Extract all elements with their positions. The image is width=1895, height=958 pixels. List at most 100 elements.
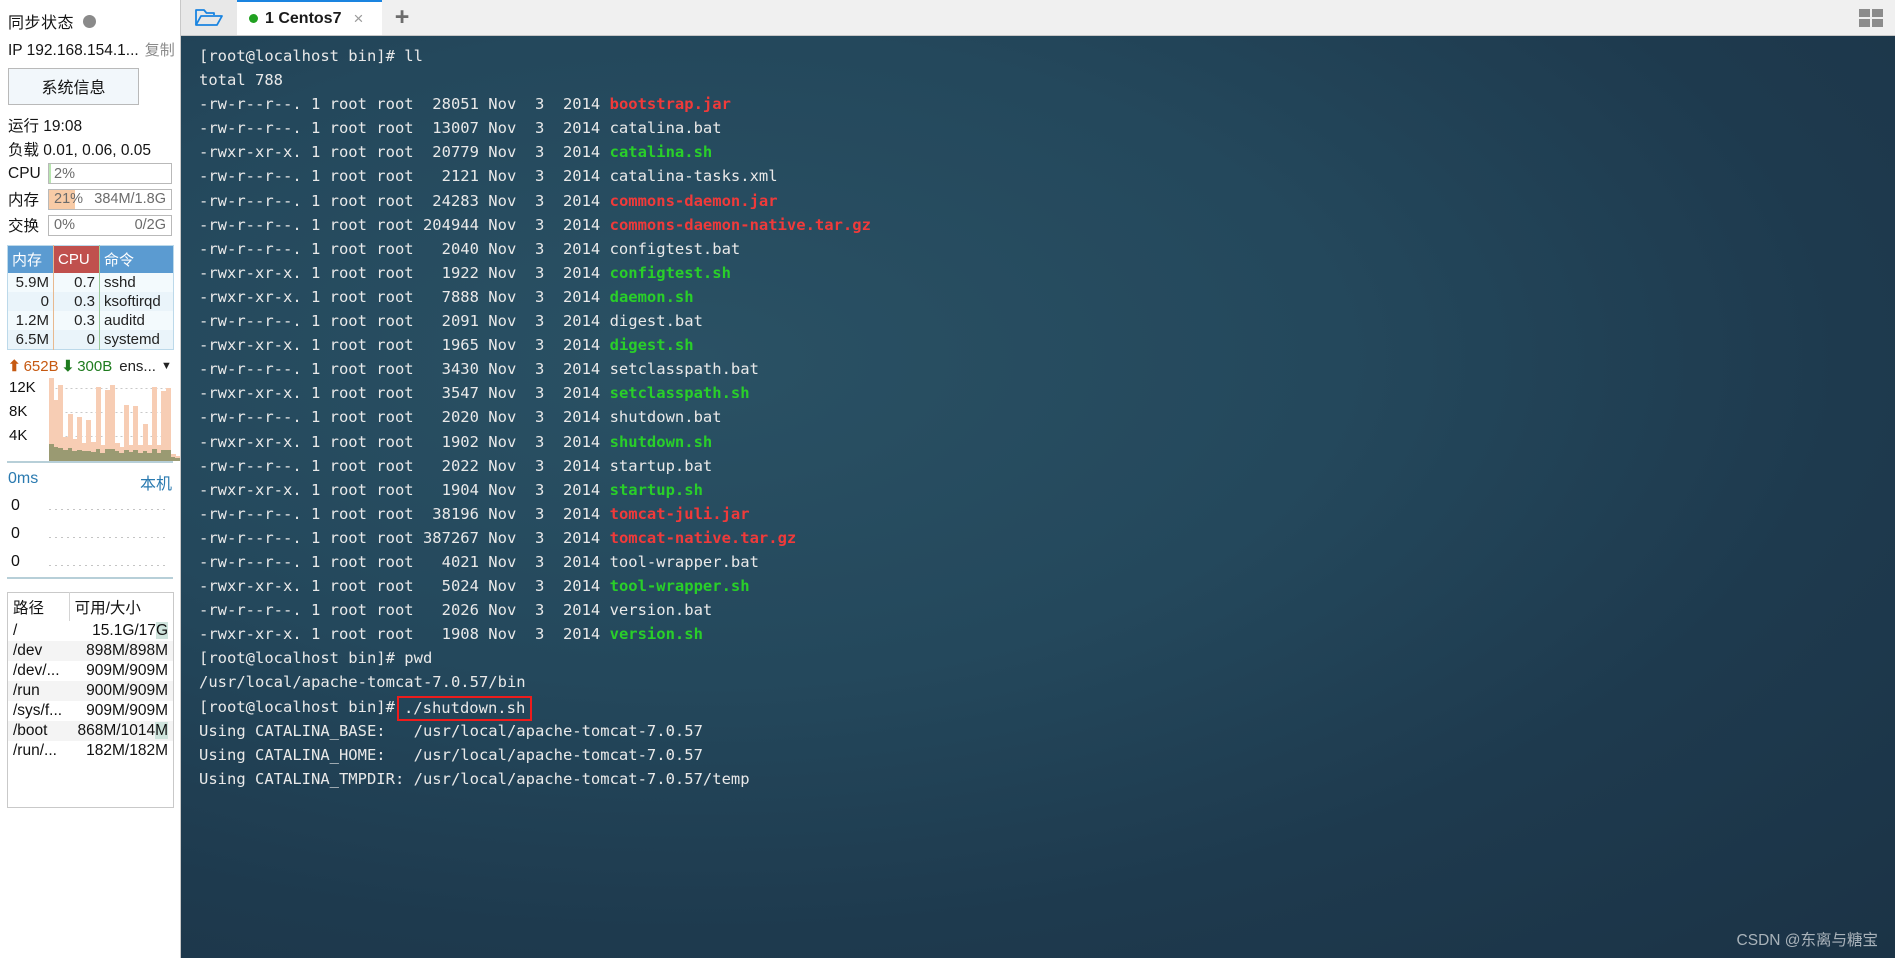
latency-value: 0ms <box>8 470 39 487</box>
sync-status-row: 同步状态 <box>0 0 180 37</box>
process-command: ksoftirqd <box>99 292 174 311</box>
terminal-line: -rw-r--r--. 1 root root 28051 Nov 3 2014… <box>199 92 1895 116</box>
terminal-line: -rwxr-xr-x. 1 root root 1908 Nov 3 2014 … <box>199 622 1895 646</box>
disk-row[interactable]: /boot 868M/1014M <box>7 721 174 741</box>
process-row[interactable]: 1.2M 0.3 auditd <box>7 311 174 330</box>
process-cpu: 0 <box>53 330 100 350</box>
terminal-text: total 788 <box>199 71 283 90</box>
process-cpu: 0.3 <box>53 292 100 311</box>
disk-path: / <box>13 622 18 639</box>
terminal-line: -rw-r--r--. 1 root root 13007 Nov 3 2014… <box>199 116 1895 140</box>
terminal-line: -rwxr-xr-x. 1 root root 1904 Nov 3 2014 … <box>199 478 1895 502</box>
network-interface-selector[interactable]: ens... <box>119 358 156 375</box>
disk-size: 909M/909M <box>86 702 168 719</box>
memory-meter-row: 内存 21% 384M/1.8G <box>0 186 180 212</box>
terminal-line: -rw-r--r--. 1 root root 2091 Nov 3 2014 … <box>199 309 1895 333</box>
disk-row[interactable]: /run 900M/909M <box>7 681 174 701</box>
terminal-text: -rwxr-xr-x. 1 root root 1908 Nov 3 2014 <box>199 625 610 644</box>
terminal-text: -rw-r--r--. 1 root root 38196 Nov 3 2014 <box>199 504 610 523</box>
process-col-cpu[interactable]: CPU <box>53 245 100 273</box>
terminal-filename: setclasspath.sh <box>609 384 750 403</box>
disk-spacer-cell <box>8 761 174 807</box>
chevron-down-icon[interactable]: ▼ <box>161 360 172 372</box>
terminal-line: -rw-r--r--. 1 root root 24283 Nov 3 2014… <box>199 189 1895 213</box>
cpu-meter-row: CPU 2% <box>0 161 180 186</box>
terminal-filename: digest.sh <box>609 336 694 355</box>
terminal-text: -rw-r--r--. 1 root root 2022 Nov 3 2014 … <box>199 456 713 475</box>
disk-row[interactable]: /dev 898M/898M <box>7 641 174 661</box>
terminal-filename: shutdown.sh <box>609 432 713 451</box>
process-memory: 1.2M <box>7 311 54 330</box>
system-monitor-sidebar: 同步状态 IP 192.168.154.1... 复制 系统信息 运行 19:0… <box>0 0 181 958</box>
network-summary-row: ⬆ 652B ⬇ 300B ens... ▼ <box>0 350 180 377</box>
terminal-line: -rw-r--r--. 1 root root 2022 Nov 3 2014 … <box>199 454 1895 478</box>
process-row[interactable]: 5.9M 0.7 sshd <box>7 273 174 292</box>
terminal-text: [root@localhost bin]# <box>199 697 395 716</box>
disk-size: 182M/182M <box>86 742 168 759</box>
terminal-line: -rw-r--r--. 1 root root 387267 Nov 3 201… <box>199 526 1895 550</box>
disk-path: /run <box>7 681 70 701</box>
terminal-filename: commons-daemon.jar <box>609 191 778 210</box>
process-command: auditd <box>99 311 174 330</box>
process-row[interactable]: 6.5M 0 systemd <box>7 330 174 350</box>
terminal-filename: tomcat-juli.jar <box>609 504 750 523</box>
terminal-text: -rw-r--r--. 1 root root 387267 Nov 3 201… <box>199 528 610 547</box>
disk-col-path[interactable]: 路径 <box>7 592 70 621</box>
network-download-bar <box>175 458 180 461</box>
terminal-line: -rwxr-xr-x. 1 root root 1902 Nov 3 2014 … <box>199 430 1895 454</box>
terminal-filename: tool-wrapper.sh <box>609 577 750 596</box>
disk-path: /sys/f... <box>13 702 63 719</box>
tab-centos7[interactable]: 1 Centos7 × <box>237 0 382 35</box>
terminal-text: Using CATALINA_BASE: /usr/local/apache-t… <box>199 721 703 740</box>
disk-size: 868M/1014M <box>69 721 174 741</box>
terminal-filename: configtest.sh <box>609 263 731 282</box>
system-info-button[interactable]: 系统信息 <box>8 68 139 105</box>
process-col-command[interactable]: 命令 <box>99 245 174 273</box>
terminal-line: [root@localhost bin]# ./shutdown.sh <box>199 695 1895 721</box>
grid-layout-icon[interactable] <box>1857 5 1887 36</box>
terminal-text: -rw-r--r--. 1 root root 2020 Nov 3 2014 … <box>199 408 722 427</box>
disk-size: 15.1G/17G <box>92 622 168 639</box>
latency-row-label-0: 0 <box>11 497 20 514</box>
tab-bar: 1 Centos7 × + <box>181 0 1895 36</box>
terminal-line: -rw-r--r--. 1 root root 2026 Nov 3 2014 … <box>199 598 1895 622</box>
new-tab-button[interactable]: + <box>382 0 422 35</box>
arrow-up-icon: ⬆ <box>8 358 21 375</box>
swap-meter-detail: 0/2G <box>134 217 166 233</box>
green-dot-icon <box>249 14 258 23</box>
terminal-output[interactable]: [root@localhost bin]# ll total 788 -rw-r--… <box>181 36 1895 958</box>
terminal-text: -rw-r--r--. 1 root root 2121 Nov 3 2014 … <box>199 167 778 186</box>
process-col-memory[interactable]: 内存 <box>7 245 54 273</box>
terminal-filename: catalina.sh <box>609 143 713 162</box>
terminal-text: -rw-r--r--. 1 root root 204944 Nov 3 201… <box>199 215 610 234</box>
disk-row[interactable]: / 15.1G/17G <box>8 621 174 641</box>
terminal-line: -rwxr-xr-x. 1 root root 3547 Nov 3 2014 … <box>199 381 1895 405</box>
terminal-pane: 1 Centos7 × + [root@localhost bin]# ll tot… <box>181 0 1895 958</box>
load-average-row: 负载 0.01, 0.06, 0.05 <box>8 142 152 159</box>
terminal-text: -rwxr-xr-x. 1 root root 1904 Nov 3 2014 <box>199 480 610 499</box>
process-table: 内存 CPU 命令 5.9M 0.7 sshd 0 0.3 ksoftirqd 1.2M 0.… <box>7 245 174 350</box>
memory-meter-label: 内存 <box>8 192 40 209</box>
network-ytick-8k: 8K <box>9 403 28 420</box>
process-row[interactable]: 0 0.3 ksoftirqd <box>7 292 174 311</box>
latency-target[interactable]: 本机 <box>140 470 172 494</box>
disk-row[interactable]: /dev/... 909M/909M <box>8 661 174 681</box>
disk-row[interactable]: /run/... 182M/182M <box>8 741 174 761</box>
swap-meter-label: 交换 <box>8 218 40 235</box>
terminal-text: -rw-r--r--. 1 root root 24283 Nov 3 2014 <box>199 191 610 210</box>
process-memory: 6.5M <box>7 330 54 350</box>
disk-col-size[interactable]: 可用/大小 <box>68 592 174 621</box>
arrow-down-icon: ⬇ <box>61 358 75 375</box>
disk-row[interactable]: /sys/f... 909M/909M <box>8 701 174 721</box>
open-folder-icon[interactable] <box>181 0 237 35</box>
terminal-line: -rwxr-xr-x. 1 root root 1922 Nov 3 2014 … <box>199 261 1895 285</box>
ip-address-text: IP 192.168.154.1... <box>8 42 139 59</box>
terminal-line: Using CATALINA_HOME: /usr/local/apache-t… <box>199 743 1895 767</box>
copy-ip-button[interactable]: 复制 <box>145 39 175 60</box>
terminal-line: -rw-r--r--. 1 root root 2020 Nov 3 2014 … <box>199 405 1895 429</box>
disk-size: 900M/909M <box>69 681 174 701</box>
terminal-line: /usr/local/apache-tomcat-7.0.57/bin <box>199 670 1895 694</box>
terminal-filename: tomcat-native.tar.gz <box>609 528 797 547</box>
close-icon[interactable]: × <box>353 9 363 29</box>
process-table-header-row: 内存 CPU 命令 <box>7 245 174 273</box>
